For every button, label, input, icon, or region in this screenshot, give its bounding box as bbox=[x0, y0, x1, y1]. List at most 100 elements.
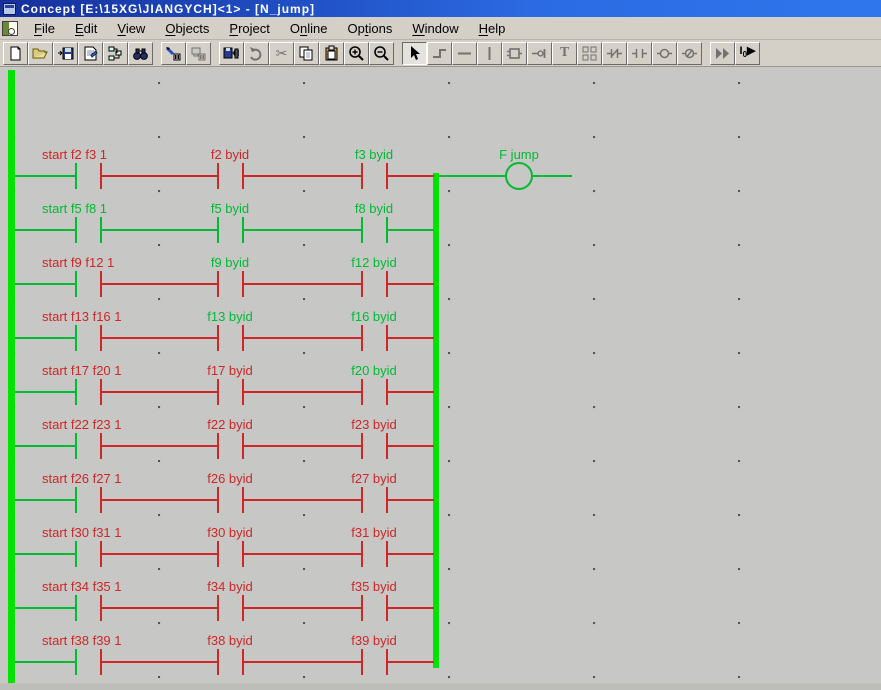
contact-leg bbox=[217, 379, 219, 405]
vline-icon bbox=[481, 45, 498, 62]
contact-leg bbox=[386, 163, 388, 189]
contact-leg bbox=[217, 487, 219, 513]
toolbar-button-horizontal-link[interactable] bbox=[452, 42, 477, 65]
toolbar-button-link-tool[interactable] bbox=[427, 42, 452, 65]
rung-7-contact-1[interactable] bbox=[75, 487, 102, 513]
rung-5-contact-2[interactable] bbox=[217, 379, 244, 405]
toolbar-button-save-to-memory[interactable] bbox=[219, 42, 244, 65]
toolbar-button-ffb-palette[interactable] bbox=[577, 42, 602, 65]
menu-file[interactable]: File bbox=[24, 19, 65, 38]
toolbar-button-delete-unused[interactable] bbox=[186, 42, 211, 65]
toolbar-button-coil[interactable] bbox=[652, 42, 677, 65]
rung-7-contact-2[interactable] bbox=[217, 487, 244, 513]
contact-leg bbox=[217, 217, 219, 243]
rung-1-contact-3[interactable] bbox=[361, 163, 388, 189]
coil-F-jump[interactable] bbox=[505, 162, 533, 190]
rung-10-contact-3[interactable] bbox=[361, 649, 388, 675]
rung-1-label-1: start f2 f3 1 bbox=[42, 147, 107, 162]
ladder-editor-canvas[interactable]: start f2 f3 1 f2 byid f3 byid start f5 f8 1… bbox=[0, 67, 881, 683]
title-bar[interactable]: Concept [E:\15XG\JIANGYCH]<1> - [N_jump] bbox=[0, 0, 881, 17]
rung-7-contact-3[interactable] bbox=[361, 487, 388, 513]
rung-6-contact-3[interactable] bbox=[361, 433, 388, 459]
toolbar-button-negated-coil[interactable] bbox=[677, 42, 702, 65]
rung-5-contact-1[interactable] bbox=[75, 379, 102, 405]
rung-10-contact-2[interactable] bbox=[217, 649, 244, 675]
rung-9-contact-2[interactable] bbox=[217, 595, 244, 621]
toolbar-button-cut[interactable]: ✂ bbox=[269, 42, 294, 65]
toolbar-button-save[interactable] bbox=[53, 42, 78, 65]
menu-objects[interactable]: Objects bbox=[155, 19, 219, 38]
menu-window[interactable]: Window bbox=[402, 19, 468, 38]
toolbar-button-zoom-in[interactable] bbox=[344, 42, 369, 65]
rung-9-contact-3[interactable] bbox=[361, 595, 388, 621]
toolbar-button-text-tool[interactable]: T bbox=[552, 42, 577, 65]
rung-6-contact-1[interactable] bbox=[75, 433, 102, 459]
rung-3-contact-1[interactable] bbox=[75, 271, 102, 297]
rung-6-contact-2[interactable] bbox=[217, 433, 244, 459]
menu-online[interactable]: Online bbox=[280, 19, 338, 38]
menu-options[interactable]: Options bbox=[338, 19, 403, 38]
toolbar-button-paste[interactable] bbox=[319, 42, 344, 65]
rung-1-contact-2[interactable] bbox=[217, 163, 244, 189]
section-document-icon[interactable] bbox=[2, 21, 18, 36]
coil-wire-out bbox=[533, 175, 572, 177]
rung-2-contact-3[interactable] bbox=[361, 217, 388, 243]
toolbar-button-inspect-io[interactable]: I0▶ bbox=[735, 42, 760, 65]
toolbar-button-open[interactable] bbox=[28, 42, 53, 65]
toolbar-button-project-browser[interactable] bbox=[103, 42, 128, 65]
toolbar-button-search[interactable] bbox=[128, 42, 153, 65]
rung-4-contact-3[interactable] bbox=[361, 325, 388, 351]
contact-leg bbox=[386, 325, 388, 351]
menu-edit[interactable]: Edit bbox=[65, 19, 107, 38]
contact-leg bbox=[217, 433, 219, 459]
toolbar-button-nc-contact[interactable] bbox=[602, 42, 627, 65]
toolbar-button-select-mode[interactable] bbox=[402, 42, 427, 65]
rung-2-label-1: start f5 f8 1 bbox=[42, 201, 107, 216]
toolbar-button-coil-reference[interactable] bbox=[527, 42, 552, 65]
contact-leg bbox=[75, 541, 77, 567]
rung-4-contact-1[interactable] bbox=[75, 325, 102, 351]
toolbar-button-step-mode[interactable] bbox=[710, 42, 735, 65]
contact-leg bbox=[386, 379, 388, 405]
toolbar-button-no-contact[interactable] bbox=[627, 42, 652, 65]
toolbar-button-undo[interactable] bbox=[244, 42, 269, 65]
or-junction-bus bbox=[433, 173, 439, 668]
rung-1-label-3: f3 byid bbox=[355, 147, 393, 162]
toolbar-button-function-block[interactable] bbox=[502, 42, 527, 65]
rung-6-wire-segment-4 bbox=[388, 445, 434, 447]
rung-8-contact-3[interactable] bbox=[361, 541, 388, 567]
menu-view[interactable]: View bbox=[107, 19, 155, 38]
rung-6-wire-segment-3 bbox=[244, 445, 362, 447]
rung-9-contact-1[interactable] bbox=[75, 595, 102, 621]
rung-2-contact-2[interactable] bbox=[217, 217, 244, 243]
rung-1-label-2: f2 byid bbox=[211, 147, 249, 162]
rung-1-contact-1[interactable] bbox=[75, 163, 102, 189]
properties-icon bbox=[82, 45, 99, 62]
contact-leg bbox=[100, 163, 102, 189]
rung-4-contact-2[interactable] bbox=[217, 325, 244, 351]
rung-8-contact-2[interactable] bbox=[217, 541, 244, 567]
menu-help[interactable]: Help bbox=[469, 19, 516, 38]
toolbar-button-delete-download[interactable] bbox=[161, 42, 186, 65]
rung-10-contact-1[interactable] bbox=[75, 649, 102, 675]
toolbar-button-zoom-out[interactable] bbox=[369, 42, 394, 65]
toolbar-button-copy[interactable] bbox=[294, 42, 319, 65]
contact-leg bbox=[100, 325, 102, 351]
rung-2-contact-1[interactable] bbox=[75, 217, 102, 243]
menu-project[interactable]: Project bbox=[219, 19, 279, 38]
contact-leg bbox=[242, 271, 244, 297]
toolbar-button-properties[interactable] bbox=[78, 42, 103, 65]
contact-leg bbox=[361, 649, 363, 675]
no-contact-icon bbox=[631, 45, 648, 62]
rung-8-wire-segment-4 bbox=[388, 553, 434, 555]
rung-1-wire-segment-4 bbox=[388, 175, 434, 177]
rung-3-contact-3[interactable] bbox=[361, 271, 388, 297]
toolbar-button-new[interactable] bbox=[3, 42, 28, 65]
rung-3-contact-2[interactable] bbox=[217, 271, 244, 297]
contact-leg bbox=[242, 487, 244, 513]
contact-leg bbox=[75, 595, 77, 621]
rung-6-label-2: f22 byid bbox=[207, 417, 253, 432]
toolbar-button-vertical-link[interactable] bbox=[477, 42, 502, 65]
rung-5-contact-3[interactable] bbox=[361, 379, 388, 405]
rung-8-contact-1[interactable] bbox=[75, 541, 102, 567]
